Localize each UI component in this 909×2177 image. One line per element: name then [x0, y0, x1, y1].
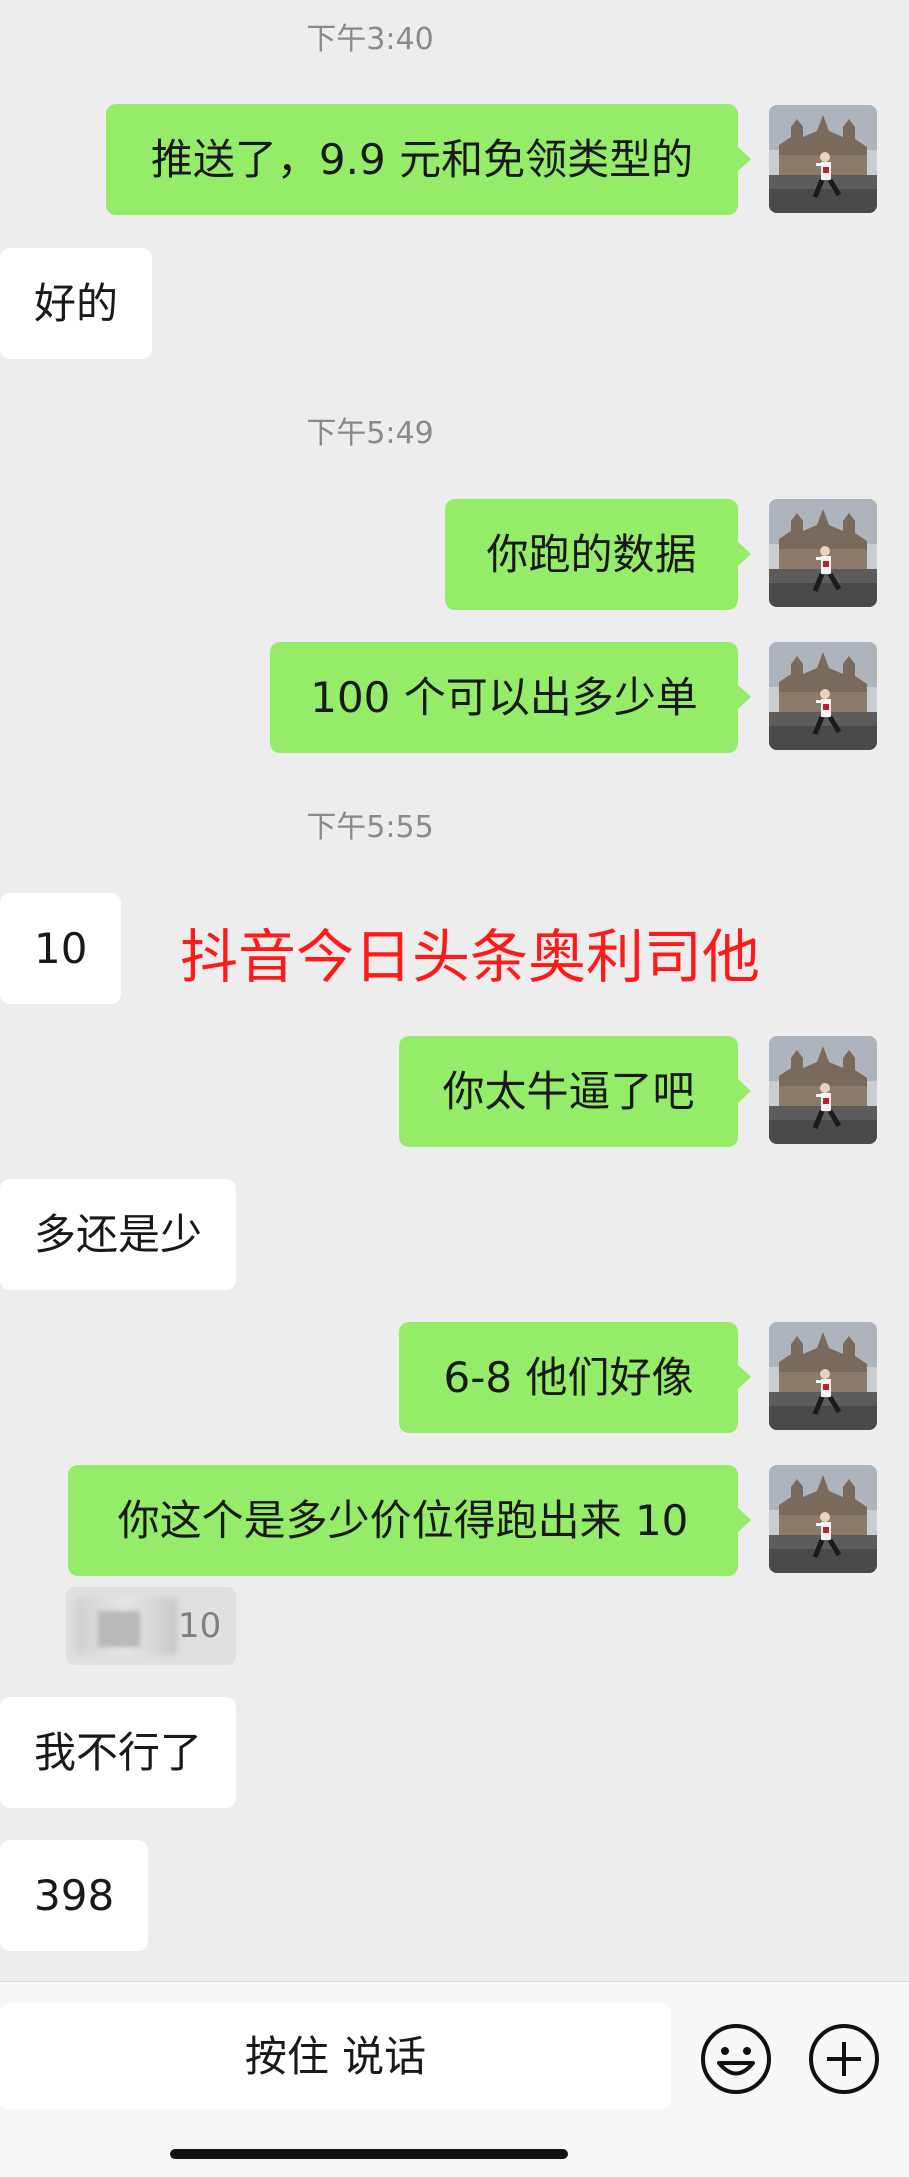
message-bubble-sent[interactable]: 你这个是多少价位得跑出来 10 — [68, 1465, 751, 1576]
avatar-icon — [769, 499, 877, 607]
timestamp: 下午5:55 — [306, 810, 434, 845]
overlay-caption: 抖音今日头条奥利司他 — [180, 923, 761, 991]
user-avatar[interactable] — [769, 1036, 877, 1144]
blurred-name — [98, 1611, 140, 1647]
message-bubble-sent[interactable]: 你跑的数据 — [445, 499, 751, 610]
emoji-button[interactable] — [699, 2022, 773, 2096]
avatar-icon — [769, 105, 877, 213]
home-indicator — [170, 2149, 568, 2159]
more-button[interactable] — [807, 2022, 881, 2096]
user-avatar[interactable] — [769, 1465, 877, 1573]
user-avatar[interactable] — [769, 1322, 877, 1430]
avatar-icon — [769, 1036, 877, 1144]
message-bubble-sent[interactable]: 6-8 他们好像 — [399, 1322, 751, 1433]
message-bubble-sent[interactable]: 你太牛逼了吧 — [399, 1036, 751, 1147]
avatar-icon — [769, 1322, 877, 1430]
message-bubble-received[interactable]: 10 — [0, 893, 122, 1004]
message-bubble-sent[interactable]: 100 个可以出多少单 — [270, 642, 751, 753]
message-bubble-received[interactable]: 398 — [0, 1840, 149, 1951]
avatar-icon — [769, 642, 877, 750]
plus-icon — [809, 2024, 879, 2094]
timestamp: 下午5:49 — [306, 416, 434, 451]
user-avatar[interactable] — [769, 642, 877, 750]
quoted-message[interactable]: 10 — [66, 1587, 236, 1665]
avatar-icon — [769, 1465, 877, 1573]
message-bubble-sent[interactable]: 推送了，9.9 元和免领类型的 — [106, 104, 751, 215]
message-bubble-received[interactable]: 好的 — [0, 248, 153, 359]
message-bubble-received[interactable]: 我不行了 — [0, 1697, 237, 1808]
hold-to-talk-button[interactable]: 按住 说话 — [0, 2003, 671, 2110]
emoji-icon — [701, 2024, 771, 2094]
user-avatar[interactable] — [769, 499, 877, 607]
input-bar: 按住 说话 — [0, 1981, 909, 2177]
quoted-text: 10 — [178, 1606, 222, 1646]
message-bubble-received[interactable]: 多还是少 — [0, 1179, 237, 1290]
timestamp: 下午3:40 — [306, 22, 434, 57]
user-avatar[interactable] — [769, 105, 877, 213]
